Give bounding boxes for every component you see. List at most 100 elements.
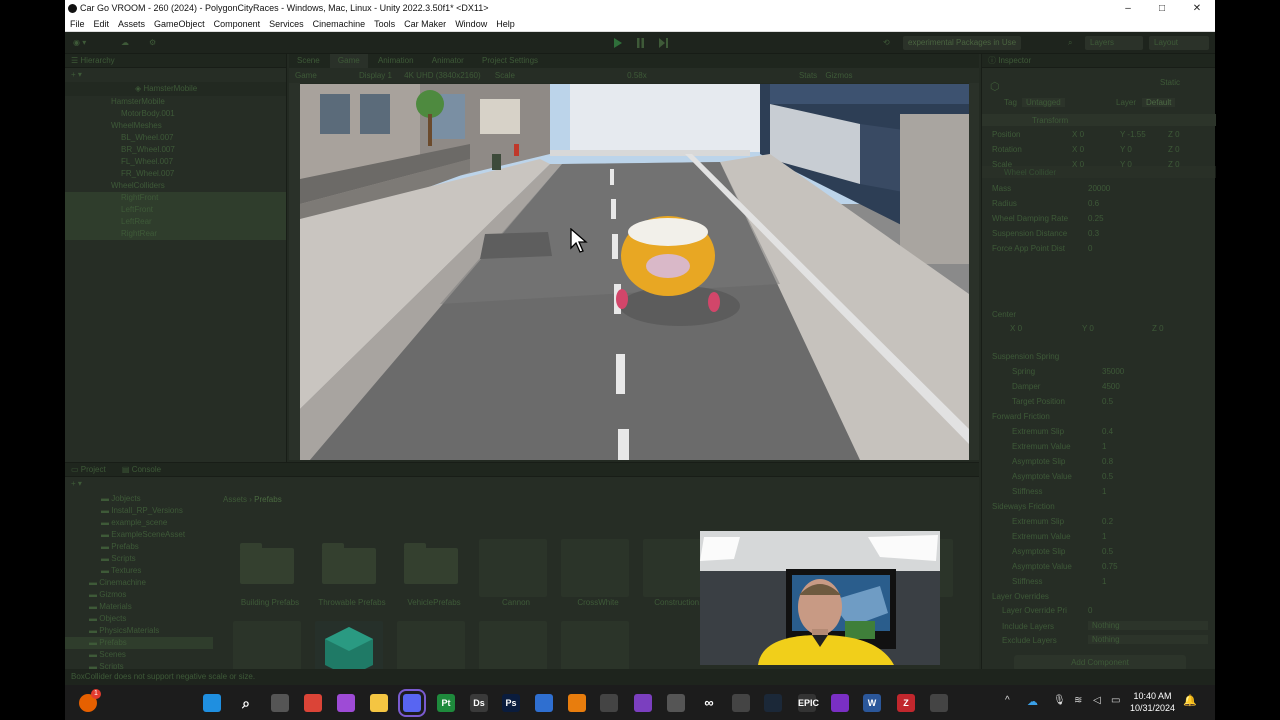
davinci-icon[interactable]: Ds [470, 694, 488, 712]
menu-tools[interactable]: Tools [369, 17, 399, 32]
hierarchy-tab[interactable]: ☰ Hierarchy [65, 54, 286, 68]
history-icon[interactable]: ⟲ [883, 38, 890, 47]
discord-icon[interactable] [398, 689, 426, 717]
hierarchy-item[interactable]: WheelMeshes [65, 120, 286, 132]
inspector-tab[interactable]: ⓘ Inspector [982, 54, 1215, 68]
volume-icon[interactable]: ◁ [1093, 695, 1101, 706]
unity-hub-icon[interactable] [600, 694, 618, 712]
menu-help[interactable]: Help [491, 17, 519, 32]
menu-edit[interactable]: Edit [89, 17, 114, 32]
grid-app-icon[interactable] [535, 694, 553, 712]
suspension-spring-row-value[interactable]: 35000 [1102, 367, 1124, 376]
layer-dropdown[interactable]: Default [1142, 98, 1176, 107]
project-tree-item[interactable]: ▬ Objects [65, 613, 213, 625]
project-tree-item[interactable]: ▬ Jobjects [65, 493, 213, 505]
forward-friction-row-value[interactable]: 0.4 [1102, 427, 1113, 436]
transform-y-field[interactable]: Y -1.55 [1120, 130, 1146, 139]
tab-scene[interactable]: Scene [289, 56, 328, 65]
tag-dropdown[interactable]: Untagged [1022, 98, 1065, 107]
folder-icon[interactable] [404, 543, 458, 584]
center-z[interactable]: Z 0 [1152, 324, 1164, 333]
microphone-icon[interactable]: 🎙 [1053, 695, 1066, 706]
project-tree-item[interactable]: ▬ Prefabs [65, 541, 213, 553]
transform-x-field[interactable]: X 0 [1072, 145, 1084, 154]
transform-y-value[interactable]: -1.55 [1127, 130, 1145, 139]
search-icon[interactable]: ⌕ [237, 694, 255, 712]
transform-z-field[interactable]: Z 0 [1168, 145, 1180, 154]
sideways-friction-row-value[interactable]: 0.2 [1102, 517, 1113, 526]
breadcrumb-assets[interactable]: Assets [223, 495, 247, 504]
onedrive-icon[interactable]: ☁ [1027, 695, 1038, 708]
zbrush-icon[interactable] [667, 694, 685, 712]
hierarchy-root[interactable]: ◈ HamsterMobile [65, 82, 286, 96]
project-tree-item[interactable]: ▬ example_scene [65, 517, 213, 529]
sideways-friction-row-value[interactable]: 1 [1102, 577, 1106, 586]
folder-icon[interactable] [322, 543, 376, 584]
cloud-icon[interactable]: ☁ [121, 38, 129, 47]
breadcrumb-prefabs[interactable]: Prefabs [254, 495, 282, 504]
transform-x-value[interactable]: 0 [1080, 130, 1084, 139]
account-icon[interactable]: ◉ ▾ [73, 38, 86, 47]
suspension-spring-row-value[interactable]: 4500 [1102, 382, 1120, 391]
hierarchy-item[interactable]: FR_Wheel.007 [65, 168, 286, 180]
sideways-friction-row-value[interactable]: 0.75 [1102, 562, 1118, 571]
explorer-icon[interactable] [370, 694, 388, 712]
play-button[interactable] [613, 38, 622, 48]
packages-dropdown[interactable]: experimental Packages in Use [903, 36, 1022, 50]
pycharm-icon[interactable]: Pt [437, 694, 455, 712]
menu-assets[interactable]: Assets [113, 17, 149, 32]
sideways-friction-title[interactable]: Sideways Friction [992, 502, 1055, 511]
unity-icon[interactable] [930, 694, 948, 712]
tab-project[interactable]: ▭ Project [71, 465, 120, 474]
meta-icon[interactable]: ∞ [700, 694, 718, 712]
layer-override-priority-value[interactable]: 0 [1088, 606, 1092, 615]
forward-friction-title[interactable]: Forward Friction [992, 412, 1050, 421]
hierarchy-item[interactable]: BL_Wheel.007 [65, 132, 286, 144]
notification-bell-icon[interactable]: 🔔 [1183, 694, 1197, 707]
transform-x-value[interactable]: 0 [1080, 145, 1084, 154]
clock[interactable]: 10:40 AM 10/31/2024 [1130, 690, 1175, 714]
minimize-button[interactable]: – [1111, 0, 1145, 17]
oculus-icon[interactable] [732, 694, 750, 712]
hierarchy-item[interactable]: RightRear [65, 228, 286, 240]
layout-dropdown[interactable]: Layout [1149, 36, 1209, 50]
steam-icon[interactable] [764, 694, 782, 712]
taskview-icon[interactable] [271, 694, 289, 712]
transform-z-field[interactable]: Z 0 [1168, 160, 1180, 169]
tab-animation[interactable]: Animation [370, 56, 422, 65]
transform-z-field[interactable]: Z 0 [1168, 130, 1180, 139]
project-tree-item[interactable]: ▬ Gizmos [65, 589, 213, 601]
pause-button[interactable] [636, 38, 645, 48]
transform-header[interactable] [982, 114, 1216, 126]
forward-friction-row-value[interactable]: 0.5 [1102, 472, 1113, 481]
transform-z-value[interactable]: 0 [1175, 160, 1179, 169]
game-mode-dropdown[interactable]: Game [289, 71, 317, 80]
project-tree-item[interactable]: ▬ Install_RP_Versions [65, 505, 213, 517]
transform-x-field[interactable]: X 0 [1072, 130, 1084, 139]
project-tree-item[interactable]: ▬ PhysicsMaterials [65, 625, 213, 637]
suspension-spring-row-value[interactable]: 0.5 [1102, 397, 1113, 406]
collab-icon[interactable]: ⚙ [149, 38, 156, 47]
project-tree-item[interactable]: ▬ Scenes [65, 649, 213, 661]
project-tree-item[interactable]: ▬ Textures [65, 565, 213, 577]
step-button[interactable] [659, 38, 668, 48]
tab-project-settings[interactable]: Project Settings [474, 56, 546, 65]
project-tree-item[interactable]: ▬ Materials [65, 601, 213, 613]
wheel-collider-row-value[interactable]: 20000 [1088, 184, 1110, 193]
wheel-collider-row-value[interactable]: 0 [1088, 244, 1092, 253]
center-y[interactable]: Y 0 [1082, 324, 1094, 333]
hierarchy-search[interactable]: + ▾ [65, 68, 286, 82]
transform-y-value[interactable]: 0 [1127, 145, 1131, 154]
layer-overrides-title[interactable]: Layer Overrides [992, 592, 1049, 601]
display-dropdown[interactable]: Display 1 [319, 71, 392, 80]
tab-animator[interactable]: Animator [424, 56, 472, 65]
menu-gameobject[interactable]: GameObject [149, 17, 209, 32]
menu-car-maker[interactable]: Car Maker [399, 17, 450, 32]
wheel-collider-header[interactable] [982, 166, 1216, 178]
project-tree-item[interactable]: ▬ Cinemachine [65, 577, 213, 589]
transform-y-value[interactable]: 0 [1127, 160, 1131, 169]
project-create-button[interactable]: + ▾ [65, 477, 979, 491]
status-message[interactable]: BoxCollider does not support negative sc… [65, 672, 255, 681]
hierarchy-item[interactable]: FL_Wheel.007 [65, 156, 286, 168]
transform-z-value[interactable]: 0 [1175, 145, 1179, 154]
